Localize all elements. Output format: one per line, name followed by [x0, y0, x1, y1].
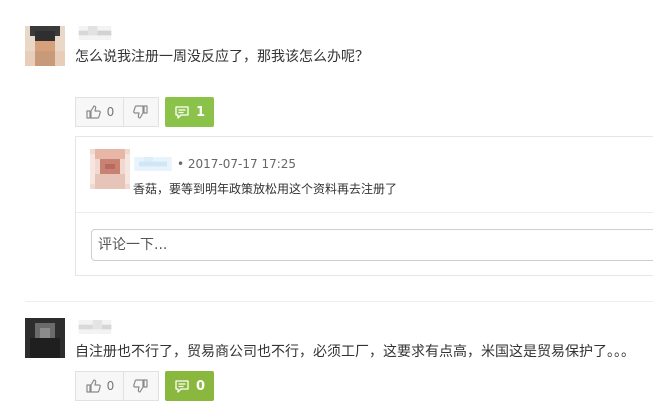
- username-blurred[interactable]: [78, 320, 112, 334]
- dislike-button[interactable]: [123, 97, 159, 127]
- thumbs-down-icon: [133, 378, 149, 394]
- comment-text: 怎么说我注册一周没反应了，那我该怎么办呢？: [75, 49, 369, 65]
- comment-text: 自注册也不行了，贸易商公司也不行，必须工厂，这要求有点高，米国这是贸易保护了。。…: [75, 344, 635, 360]
- comment-icon: [174, 104, 190, 120]
- avatar[interactable]: [25, 318, 65, 358]
- reply-meta: • 2017-07-17 17:25: [177, 157, 296, 171]
- username-pixelation: [134, 157, 172, 171]
- meta-separator: •: [177, 157, 185, 171]
- reply-divider: [76, 212, 653, 213]
- section-divider: [25, 301, 653, 302]
- reply-username-blurred[interactable]: [133, 157, 173, 171]
- comment-icon: [174, 378, 190, 394]
- reply-date: 2017-07-17 17:25: [187, 157, 297, 171]
- avatar[interactable]: [25, 26, 65, 66]
- like-button[interactable]: 0: [75, 97, 123, 127]
- username-pixelation: [78, 26, 112, 40]
- thumbs-up-icon: [85, 378, 101, 394]
- reply-count-button[interactable]: 1: [165, 97, 214, 127]
- reply-count: 0: [195, 378, 206, 394]
- dislike-button[interactable]: [123, 371, 159, 401]
- avatar-image: [90, 149, 130, 189]
- username-pixelation: [78, 320, 112, 334]
- reply-panel: • 2017-07-17 17:25 香菇，要等到明年政策放松用这个资料再去注册…: [75, 136, 653, 276]
- like-button[interactable]: 0: [75, 371, 123, 401]
- like-count: 0: [106, 105, 115, 119]
- thumbs-up-icon: [85, 104, 101, 120]
- avatar-image: [25, 318, 65, 358]
- reply-text: 香菇，要等到明年政策放松用这个资料再去注册了: [133, 182, 398, 196]
- reply-count: 1: [195, 104, 206, 120]
- avatar-image: [25, 26, 65, 66]
- reply-count-button[interactable]: 0: [165, 371, 214, 401]
- thumbs-down-icon: [133, 104, 149, 120]
- comment-actions: 0 1: [75, 97, 214, 127]
- username-blurred[interactable]: [78, 26, 112, 40]
- comment-actions: 0 0: [75, 371, 214, 401]
- comment-input[interactable]: 评论一下...: [91, 229, 653, 261]
- avatar[interactable]: [90, 149, 130, 189]
- like-count: 0: [106, 379, 115, 393]
